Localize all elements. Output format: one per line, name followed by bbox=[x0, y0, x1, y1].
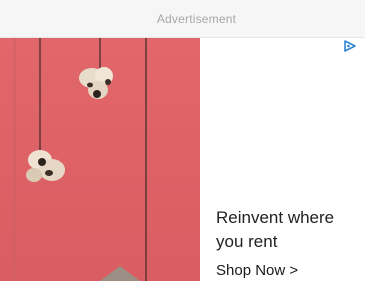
planter-upper bbox=[79, 67, 113, 99]
adchoices-button[interactable] bbox=[343, 38, 365, 54]
ad-copy: Reinvent where you rent Shop Now > bbox=[216, 206, 361, 280]
ad-image[interactable] bbox=[0, 38, 200, 281]
ad-banner[interactable]: Reinvent where you rent Shop Now > bbox=[0, 38, 365, 281]
hanging-planters-illustration bbox=[13, 38, 147, 281]
advertisement-label: Advertisement bbox=[156, 11, 237, 26]
adchoices-icon bbox=[344, 40, 356, 52]
ad-headline: Reinvent where you rent bbox=[216, 208, 335, 251]
advertisement-header: Advertisement bbox=[0, 0, 365, 38]
shop-now-link[interactable]: Shop Now > bbox=[216, 262, 361, 280]
planter-lower bbox=[26, 150, 65, 182]
